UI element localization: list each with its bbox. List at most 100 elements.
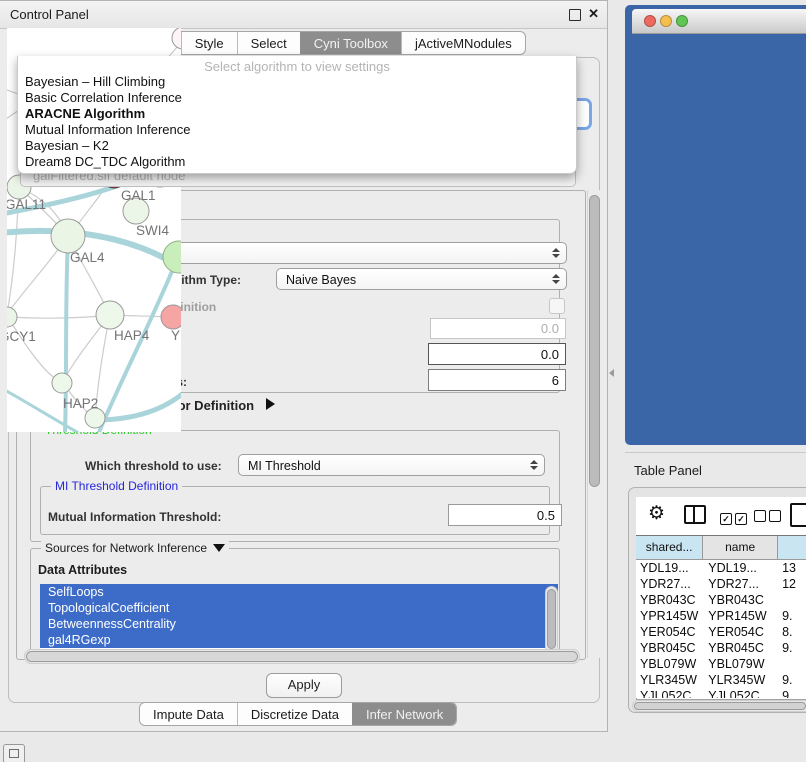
deselect-all-checks-icon[interactable] [754, 509, 784, 527]
network-edge[interactable] [9, 316, 101, 318]
attribute-topologicalcoefficient[interactable]: TopologicalCoefficient [40, 600, 558, 616]
table-row[interactable]: YER054CYER054C8. [636, 624, 806, 640]
cell: YBR043C [704, 592, 780, 608]
column-header-name[interactable]: name [703, 536, 778, 560]
cell: 13 [780, 560, 806, 576]
mi-threshold-field[interactable]: 0.5 [448, 504, 562, 526]
data-attributes-label: Data Attributes [38, 563, 127, 577]
cell: 9. [780, 608, 806, 624]
cell: YBR043C [636, 592, 704, 608]
tab-impute-data[interactable]: Impute Data [140, 703, 237, 725]
document-icon[interactable] [790, 503, 806, 527]
table-row[interactable]: YPR145WYPR145W9. [636, 608, 806, 624]
table-row[interactable]: YBL079WYBL079W [636, 656, 806, 672]
cell: YLR345W [704, 672, 780, 688]
table-header-row: shared...name [636, 536, 806, 560]
network-node[interactable] [163, 241, 181, 273]
algorithm-option-mutual-information-inference[interactable]: Mutual Information Inference [18, 122, 576, 138]
network-node[interactable] [52, 373, 72, 393]
zoom-traffic-light-icon[interactable] [676, 15, 688, 27]
tab-style[interactable]: Style [181, 32, 237, 54]
cell: YDR27... [704, 576, 780, 592]
sources-title: Sources for Network Inference [45, 541, 207, 555]
table-row[interactable]: YLR345WYLR345W9. [636, 672, 806, 688]
table-horizontal-scrollbar[interactable] [632, 700, 806, 712]
cell: YJL052C [636, 688, 704, 698]
algorithm-option-bayesian-k2[interactable]: Bayesian – K2 [18, 138, 576, 154]
node-label: GAL11 [7, 197, 46, 212]
table-row[interactable]: YBR045CYBR045C9. [636, 640, 806, 656]
cell: YER054C [636, 624, 704, 640]
tab-jactivemnodules[interactable]: jActiveMNodules [401, 32, 525, 54]
cell: YPR145W [704, 608, 780, 624]
expand-arrow-icon [266, 398, 275, 410]
stepper-icon [530, 460, 538, 470]
restore-panel-button[interactable] [3, 744, 25, 762]
network-node[interactable] [85, 408, 105, 428]
table-row[interactable]: YDL19...YDL19...13 [636, 560, 806, 576]
group-title: MI Threshold Definition [51, 479, 182, 493]
list-scrollbar[interactable] [545, 586, 558, 654]
apply-button[interactable]: Apply [266, 673, 342, 698]
column-header-item[interactable] [778, 536, 806, 560]
data-attributes-list[interactable]: SelfLoopsTopologicalCoefficientBetweenne… [40, 584, 558, 654]
attribute-selfloops[interactable]: SelfLoops [40, 584, 558, 600]
cell: YER054C [704, 624, 780, 640]
cell: YBR045C [636, 640, 704, 656]
column-header-shared[interactable]: shared... [636, 536, 703, 560]
float-panel-icon[interactable] [569, 9, 581, 21]
close-traffic-light-icon[interactable] [644, 15, 656, 27]
splitpane-collapse-icon[interactable] [609, 369, 614, 377]
tab-select[interactable]: Select [237, 32, 300, 54]
control-panel-titlebar: Control Panel ✕ [0, 1, 607, 29]
gear-icon[interactable]: ⚙ [648, 502, 665, 525]
settings-horizontal-scrollbar[interactable] [24, 649, 580, 664]
panel-divider [625, 452, 806, 453]
cell: YJL052C [704, 688, 780, 698]
network-window-titlebar[interactable] [632, 9, 806, 34]
node-label: SWI4 [136, 223, 169, 238]
minimize-traffic-light-icon[interactable] [660, 15, 672, 27]
mi-algorithm-type-combobox[interactable]: Naive Bayes [276, 268, 567, 290]
cell: 9. [780, 688, 806, 698]
attribute-gal4rgexp[interactable]: gal4RGexp [40, 632, 558, 648]
manual-kernel-checkbox[interactable] [549, 298, 565, 314]
table-row[interactable]: YJL052CYJL052C9. [636, 688, 806, 698]
node-label: Y [171, 328, 180, 343]
cell [780, 656, 806, 672]
network-node[interactable] [161, 305, 181, 329]
network-view-window[interactable] [625, 5, 806, 445]
network-node[interactable] [172, 28, 181, 49]
cell: YBL079W [704, 656, 780, 672]
algorithm-option-basic-correlation-inference[interactable]: Basic Correlation Inference [18, 90, 576, 106]
split-columns-icon[interactable] [684, 505, 706, 524]
network-node[interactable] [96, 301, 124, 329]
application-window: Control Panel ✕ NetworkStyleSelectCyni T… [0, 0, 806, 762]
cell: YBL079W [636, 656, 704, 672]
select-all-checks-icon[interactable]: ✓✓ [720, 509, 750, 527]
algorithm-option-bayesian-hill-climbing[interactable]: Bayesian – Hill Climbing [18, 74, 576, 90]
tab-cyni-toolbox[interactable]: Cyni Toolbox [300, 32, 401, 54]
network-node[interactable] [7, 307, 17, 327]
algorithm-option-aracne-algorithm[interactable]: ARACNE Algorithm [18, 106, 576, 122]
dpi-tolerance-field[interactable]: 0.0 [428, 343, 566, 365]
attribute-betweennesscentrality[interactable]: BetweennessCentrality [40, 616, 558, 632]
node-label: HAP2 [63, 396, 98, 411]
settings-vertical-scrollbar[interactable] [587, 190, 601, 658]
table-row[interactable]: YBR043CYBR043C [636, 592, 806, 608]
sources-toggle[interactable]: Sources for Network Inference [41, 541, 229, 555]
tab-discretize-data[interactable]: Discretize Data [237, 703, 352, 725]
cell: 12 [780, 576, 806, 592]
which-threshold-combobox[interactable]: MI Threshold [238, 454, 545, 476]
mi-steps-field[interactable]: 6 [428, 369, 566, 391]
algorithm-option-dream8-dc-tdc-algorithm[interactable]: Dream8 DC_TDC Algorithm [18, 154, 576, 170]
network-node[interactable] [51, 219, 85, 253]
panel-title: Control Panel [10, 7, 89, 22]
tab-infer-network[interactable]: Infer Network [352, 703, 456, 725]
tab-label: Style [195, 36, 224, 51]
close-icon[interactable]: ✕ [588, 6, 599, 22]
tab-label: Cyni Toolbox [314, 36, 388, 51]
combobox-value: Naive Bayes [286, 273, 356, 287]
algorithm-dropdown-popup: Select algorithm to view settings Bayesi… [17, 56, 577, 174]
table-row[interactable]: YDR27...YDR27...12 [636, 576, 806, 592]
